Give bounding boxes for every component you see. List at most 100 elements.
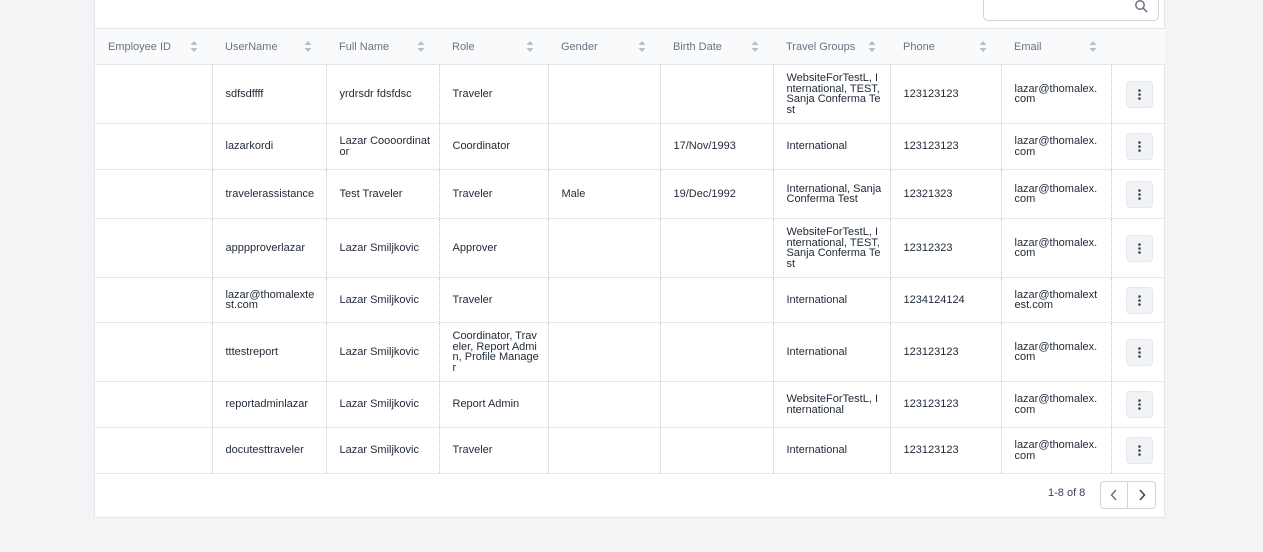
cell-phone: 123123123 bbox=[889, 322, 1001, 382]
column-header[interactable]: UserName bbox=[212, 28, 326, 65]
cell-employee-id bbox=[95, 277, 212, 323]
column-header-label: Full Name bbox=[339, 40, 390, 53]
column-header[interactable]: Email bbox=[1001, 28, 1111, 65]
sort-icon[interactable] bbox=[304, 40, 312, 53]
cell-full-name: Lazar Smiljkovic bbox=[325, 322, 439, 382]
cell-travel-groups: International bbox=[772, 123, 890, 170]
next-page-button[interactable] bbox=[1128, 481, 1156, 509]
cell-username: docutesttraveler bbox=[211, 427, 326, 474]
cell-email: lazar@thomalex.com bbox=[1000, 169, 1111, 219]
cell-full-name: Lazar Smiljkovic bbox=[325, 427, 439, 474]
table-header-row: Employee ID UserName Full Name Role Gender Bi… bbox=[95, 28, 1165, 65]
cell-employee-id bbox=[95, 381, 212, 428]
cell-role: Coordinator, Traveler, Report Admin, Pro… bbox=[438, 322, 548, 382]
row-actions-button[interactable] bbox=[1125, 80, 1153, 108]
search-box[interactable] bbox=[983, 0, 1159, 21]
search-input[interactable] bbox=[990, 0, 1134, 17]
cell-employee-id bbox=[95, 123, 212, 170]
column-header[interactable]: Birth Date bbox=[660, 28, 773, 65]
cell-phone: 12312323 bbox=[889, 218, 1001, 278]
sort-icon[interactable] bbox=[868, 40, 876, 53]
cell-username: reportadminlazar bbox=[211, 381, 326, 428]
cell-gender bbox=[547, 218, 660, 278]
cell-username: sdfsdffff bbox=[211, 64, 326, 124]
cell-full-name: Test Traveler bbox=[325, 169, 439, 219]
cell-email: lazar@thomalex.com bbox=[1000, 123, 1111, 170]
sort-icon[interactable] bbox=[751, 40, 759, 53]
sort-icon[interactable] bbox=[190, 40, 198, 53]
table-row: sdfsdffff yrdrsdr fdsfdsc Traveler WebsiteF… bbox=[95, 64, 1165, 124]
table-body: sdfsdffff yrdrsdr fdsfdsc Traveler WebsiteF… bbox=[95, 64, 1165, 474]
column-header[interactable]: Travel Groups bbox=[773, 28, 890, 65]
search-icon[interactable] bbox=[1134, 0, 1148, 13]
cell-birth-date bbox=[659, 427, 773, 474]
cell-birth-date bbox=[659, 64, 773, 124]
column-header[interactable]: Full Name bbox=[326, 28, 439, 65]
sort-icon[interactable] bbox=[526, 40, 534, 53]
more-vertical-icon bbox=[1137, 445, 1141, 456]
table-row: apppproverlazar Lazar Smiljkovic Approver W… bbox=[95, 218, 1165, 278]
pagination-range: 1-8 of 8 bbox=[1048, 487, 1086, 499]
sort-icon[interactable] bbox=[417, 40, 425, 53]
cell-phone: 123123123 bbox=[889, 381, 1001, 428]
column-header-label: Gender bbox=[561, 40, 598, 53]
sort-icon[interactable] bbox=[979, 40, 987, 53]
table-row: lazar@thomalextest.com Lazar Smiljkovic Tr… bbox=[95, 277, 1165, 323]
sort-icon[interactable] bbox=[1089, 40, 1097, 53]
cell-full-name: Lazar Smiljkovic bbox=[325, 381, 439, 428]
more-vertical-icon bbox=[1137, 294, 1141, 306]
cell-username: lazar@thomalextest.com bbox=[211, 277, 326, 323]
row-actions-button[interactable] bbox=[1125, 338, 1153, 366]
more-vertical-icon bbox=[1137, 188, 1141, 200]
column-header-label: Email bbox=[1014, 40, 1042, 53]
cell-username: travelerassistance bbox=[211, 169, 326, 219]
column-header[interactable]: Employee ID bbox=[95, 28, 212, 65]
chevron-left-icon bbox=[1110, 489, 1117, 501]
cell-role: Coordinator bbox=[438, 123, 548, 170]
cell-actions bbox=[1110, 218, 1165, 278]
cell-actions bbox=[1110, 123, 1165, 170]
cell-travel-groups: WebsiteForTestL, International, TEST, Sa… bbox=[772, 64, 890, 124]
users-table-card: Employee ID UserName Full Name Role Gender Bi… bbox=[94, 0, 1165, 518]
row-actions-button[interactable] bbox=[1125, 133, 1153, 160]
sort-icon[interactable] bbox=[638, 40, 646, 53]
cell-email: lazar@thomalex.com bbox=[1000, 322, 1111, 382]
column-header[interactable]: Role bbox=[439, 28, 548, 65]
cell-email: lazar@thomalex.com bbox=[1000, 381, 1111, 428]
column-header[interactable]: Phone bbox=[890, 28, 1001, 65]
cell-employee-id bbox=[95, 427, 212, 474]
cell-username: apppproverlazar bbox=[211, 218, 326, 278]
cell-role: Report Admin bbox=[438, 381, 548, 428]
cell-phone: 123123123 bbox=[889, 427, 1001, 474]
cell-gender: Male bbox=[547, 169, 660, 219]
cell-travel-groups: WebsiteForTestL, International, TEST, Sa… bbox=[772, 218, 890, 278]
cell-username: tttestreport bbox=[211, 322, 326, 382]
row-actions-button[interactable] bbox=[1125, 437, 1153, 464]
row-actions-button[interactable] bbox=[1125, 391, 1153, 418]
column-header-label: Role bbox=[452, 40, 475, 53]
cell-travel-groups: International, Sanja Conferma Test bbox=[772, 169, 890, 219]
cell-role: Traveler bbox=[438, 277, 548, 323]
more-vertical-icon bbox=[1137, 141, 1141, 152]
column-header-label: Phone bbox=[903, 40, 935, 53]
cell-employee-id bbox=[95, 169, 212, 219]
column-header-label: UserName bbox=[225, 40, 278, 53]
cell-actions bbox=[1110, 322, 1165, 382]
cell-employee-id bbox=[95, 64, 212, 124]
cell-full-name: Lazar Smiljkovic bbox=[325, 218, 439, 278]
cell-role: Traveler bbox=[438, 169, 548, 219]
cell-full-name: Lazar Smiljkovic bbox=[325, 277, 439, 323]
cell-role: Approver bbox=[438, 218, 548, 278]
table-row: reportadminlazar Lazar Smiljkovic Report A… bbox=[95, 381, 1165, 428]
more-vertical-icon bbox=[1137, 242, 1141, 254]
row-actions-button[interactable] bbox=[1125, 286, 1153, 314]
cell-gender bbox=[547, 381, 660, 428]
table-row: tttestreport Lazar Smiljkovic Coordinator,… bbox=[95, 322, 1165, 382]
users-table: Employee ID UserName Full Name Role Gender Bi… bbox=[95, 28, 1165, 474]
row-actions-button[interactable] bbox=[1125, 234, 1153, 262]
cell-email: lazar@thomalextest.com bbox=[1000, 277, 1111, 323]
previous-page-button[interactable] bbox=[1100, 481, 1128, 509]
row-actions-button[interactable] bbox=[1125, 180, 1153, 208]
column-header[interactable]: Gender bbox=[548, 28, 660, 65]
cell-role: Traveler bbox=[438, 427, 548, 474]
